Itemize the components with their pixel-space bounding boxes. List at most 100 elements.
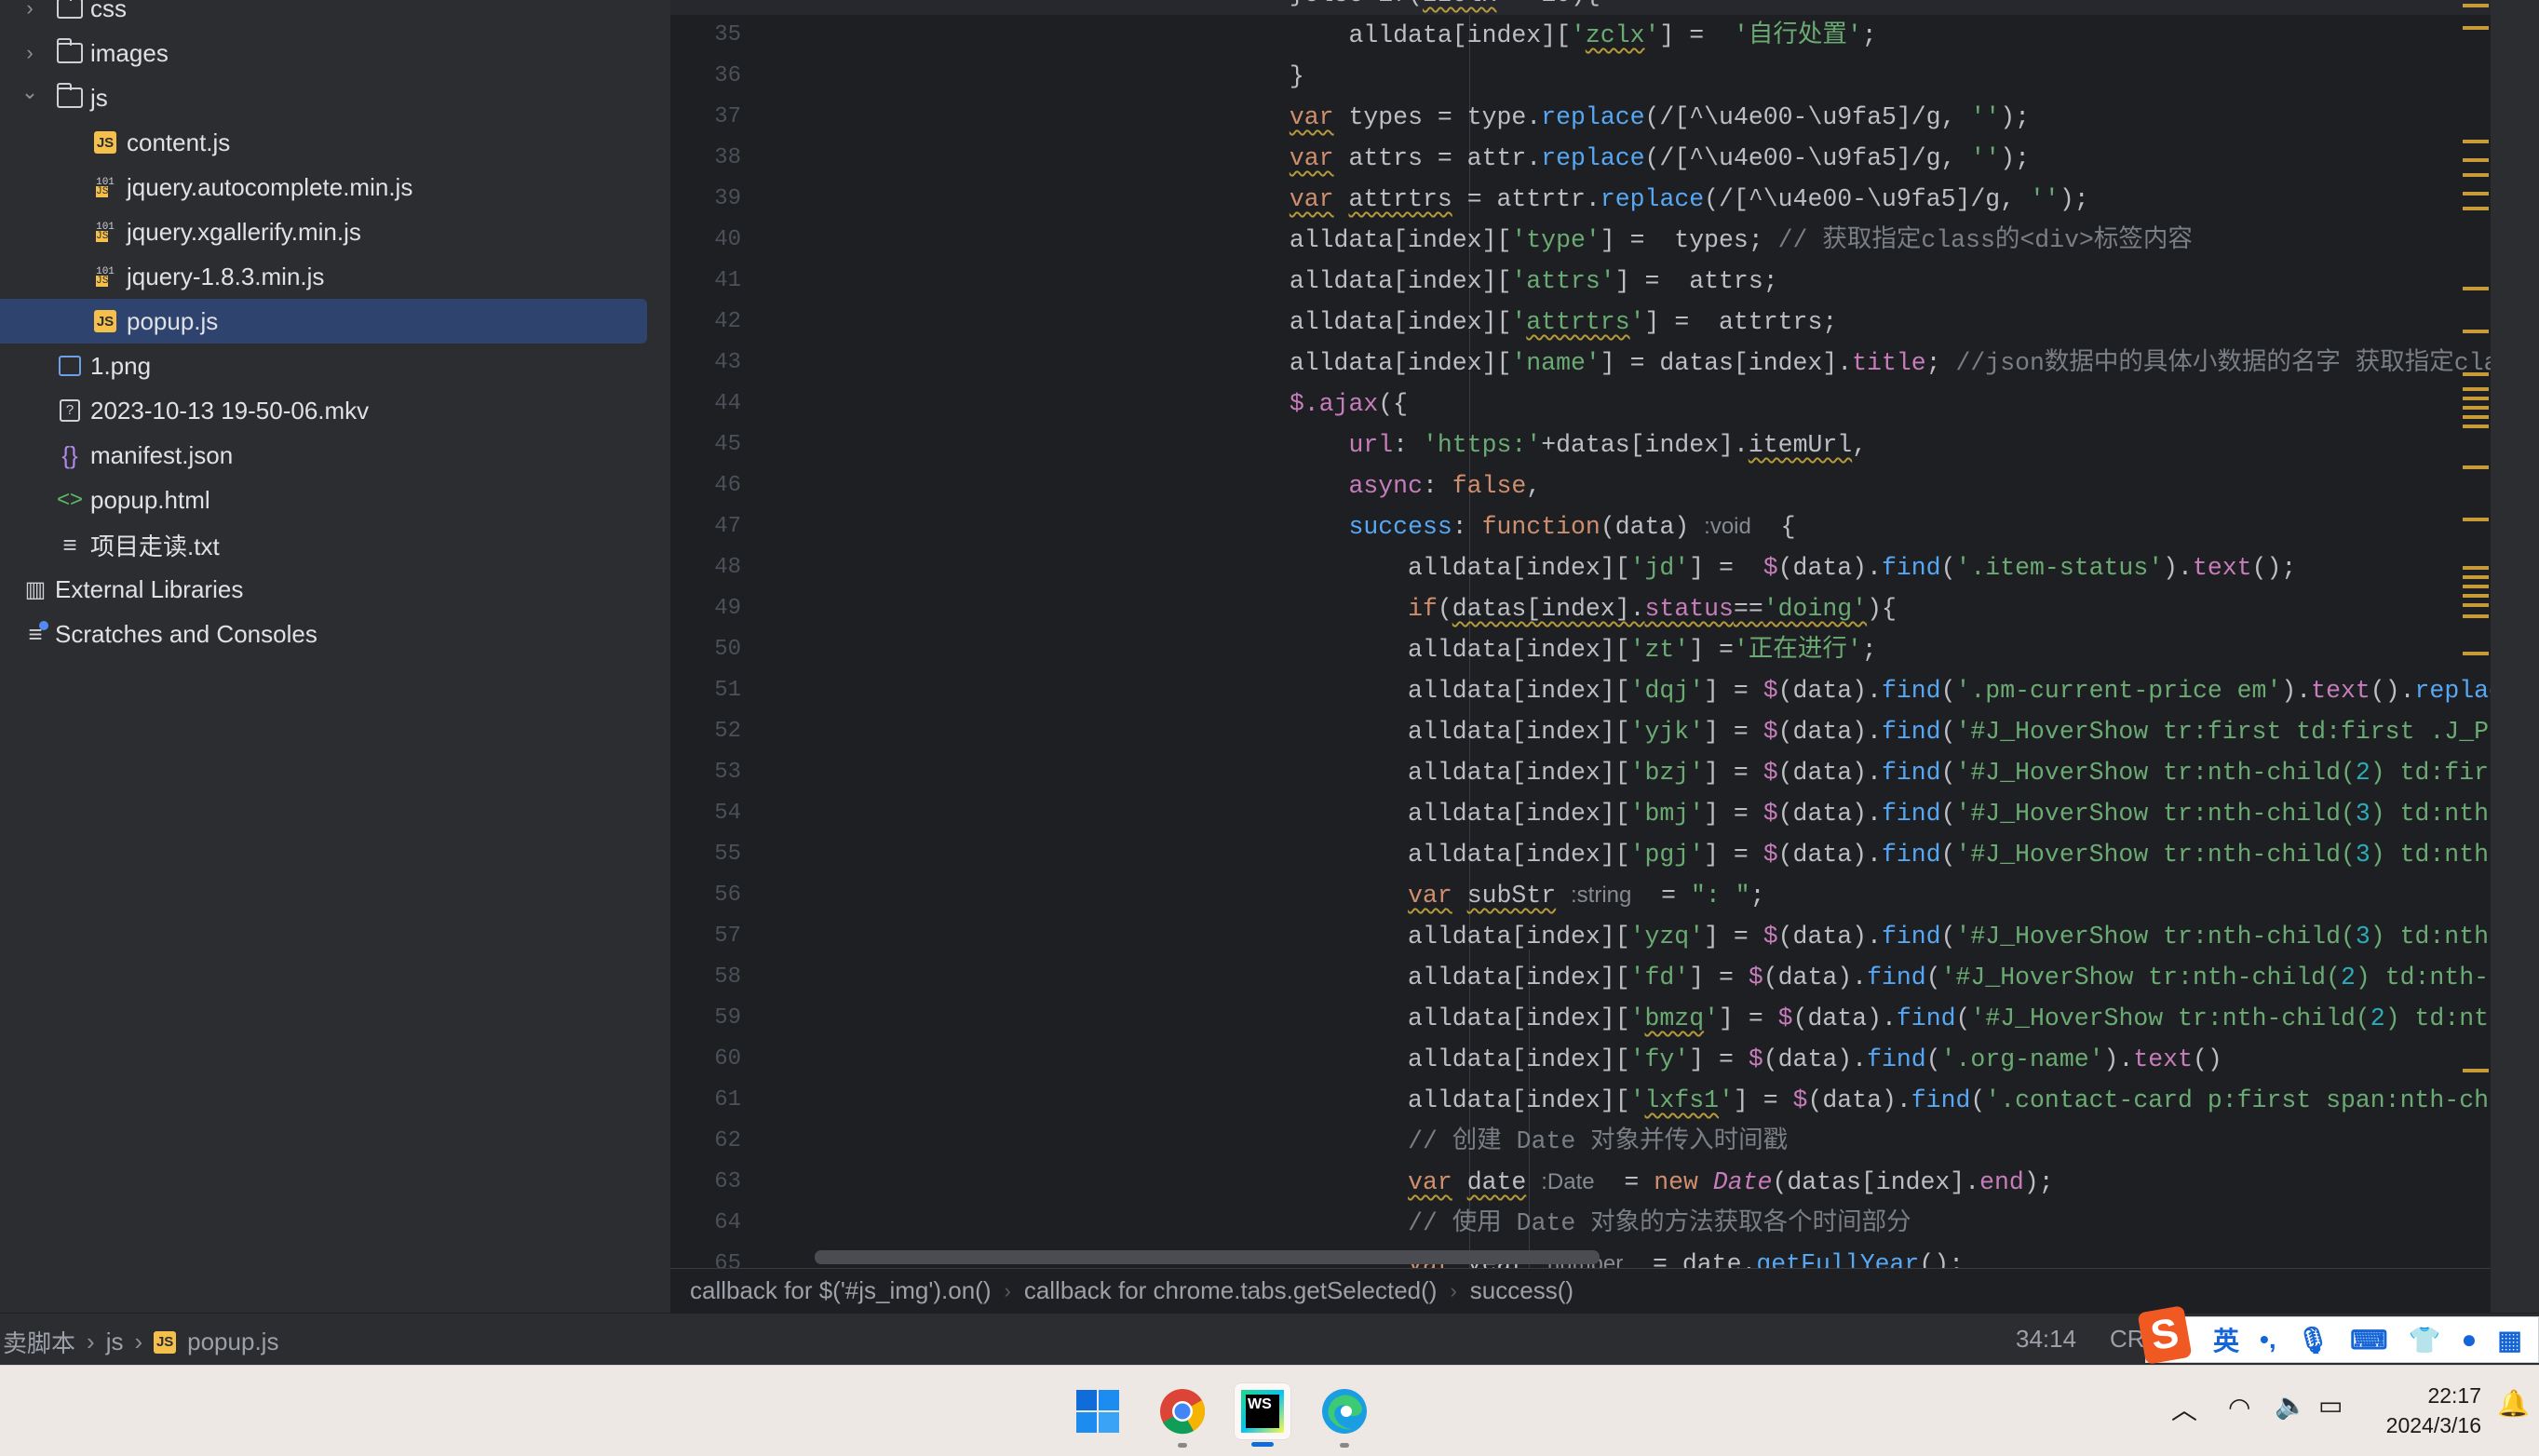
code-line[interactable]: alldata[index]['type'] = types; // 获取指定c… — [1112, 220, 2193, 261]
horizontal-scrollbar[interactable] — [815, 1250, 1600, 1264]
code-line[interactable]: var date :Date = new Date(datas[index].e… — [1112, 1162, 2054, 1203]
status-path-file[interactable]: popup.js — [187, 1328, 278, 1356]
breadcrumb-item[interactable]: callback for chrome.tabs.getSelected() — [1024, 1276, 1438, 1305]
code-line[interactable]: alldata[index]['yjk'] = $(data).find('#J… — [1112, 711, 2491, 752]
battery-icon[interactable]: ▭ — [2318, 1390, 2343, 1421]
chevron-down-icon[interactable]: ⌄ — [20, 82, 39, 102]
code-line[interactable]: success: function(data) :void { — [1112, 506, 1795, 547]
keyboard-icon[interactable]: ⌨ — [2350, 1325, 2387, 1355]
error-stripe-marker[interactable] — [2463, 575, 2489, 579]
tree-item[interactable]: <> popup.html — [0, 478, 647, 522]
error-stripe-marker[interactable] — [2463, 425, 2489, 428]
error-stripe-marker[interactable] — [2463, 140, 2489, 143]
code-line[interactable]: alldata[index]['yzq'] = $(data).find('#J… — [1112, 916, 2489, 957]
error-stripe-marker[interactable] — [2463, 287, 2489, 290]
error-stripe-marker[interactable] — [2463, 614, 2489, 618]
code-line[interactable]: $.ajax({ — [1112, 384, 1408, 425]
error-stripe-marker[interactable] — [2463, 173, 2489, 177]
tree-item[interactable]: JS popup.js — [0, 299, 647, 344]
code-line[interactable]: url: 'https:'+datas[index].itemUrl, — [1112, 425, 1867, 465]
error-stripe-marker[interactable] — [2463, 518, 2489, 521]
code-line[interactable]: alldata[index]['name'] = datas[index].ti… — [1112, 343, 2491, 384]
chrome-button[interactable] — [1154, 1382, 1211, 1448]
error-stripe-marker[interactable] — [2463, 1069, 2489, 1072]
skin-icon[interactable]: 👕 — [2409, 1325, 2441, 1355]
error-stripe-marker[interactable] — [2463, 330, 2489, 333]
notification-bell-icon[interactable]: 🔔 — [2497, 1388, 2530, 1419]
chevron-right-icon[interactable]: › — [20, 43, 39, 63]
error-stripe-marker[interactable] — [2463, 566, 2489, 570]
code-line[interactable]: } — [1112, 56, 1304, 97]
status-path-root[interactable]: 卖脚本 — [3, 1325, 75, 1359]
breadcrumb-item[interactable]: success() — [1470, 1276, 1573, 1305]
chevron-right-icon[interactable]: › — [20, 0, 39, 19]
wifi-icon[interactable]: ◠ — [2228, 1392, 2250, 1422]
error-stripe-marker[interactable] — [2463, 652, 2489, 655]
tree-item[interactable]: ▥ External Libraries — [0, 567, 647, 612]
caret-position[interactable]: 34:14 — [2016, 1325, 2076, 1354]
code-line[interactable]: var subStr :string = ": "; — [1112, 875, 1764, 916]
code-line[interactable]: alldata[index]['fy'] = $(data).find('.or… — [1112, 1039, 2222, 1080]
error-stripe-marker[interactable] — [2463, 397, 2489, 400]
tree-item[interactable]: › images — [0, 31, 647, 75]
code-line[interactable]: // 使用 Date 对象的方法获取各个时间部分 — [1112, 1203, 1911, 1244]
webstorm-button[interactable]: WS — [1234, 1382, 1291, 1447]
status-path-folder[interactable]: js — [106, 1328, 124, 1356]
toolbox-icon[interactable]: ▦ — [2497, 1325, 2521, 1355]
error-stripe-marker[interactable] — [2463, 192, 2489, 195]
error-stripe-marker[interactable] — [2463, 372, 2489, 376]
error-stripe-marker[interactable] — [2463, 26, 2489, 30]
code-editor[interactable]: 34 }else if(zzclx ==10){35 alldata[index… — [670, 0, 2491, 1268]
code-line[interactable]: var types = type.replace(/[^\u4e00-\u9fa… — [1112, 97, 2030, 138]
ime-punctuation[interactable]: •, — [2260, 1325, 2276, 1355]
code-line[interactable]: alldata[index]['attrtrs'] = attrtrs; — [1112, 302, 1837, 343]
tree-item[interactable]: 101 JS jquery.autocomplete.min.js — [0, 165, 647, 209]
code-line[interactable]: async: false, — [1112, 465, 1541, 506]
error-stripe-marker[interactable] — [2463, 387, 2489, 391]
volume-icon[interactable]: 🔈 — [2275, 1390, 2307, 1421]
tree-item[interactable]: 101 JS jquery-1.8.3.min.js — [0, 254, 647, 299]
tree-item[interactable]: 101 JS jquery.xgallerify.min.js — [0, 209, 647, 254]
code-line[interactable]: var attrs = attr.replace(/[^\u4e00-\u9fa… — [1112, 138, 2030, 179]
code-line[interactable]: alldata[index]['bmj'] = $(data).find('#J… — [1112, 793, 2489, 834]
code-line[interactable]: }else if(zzclx ==10){ — [1112, 0, 1600, 15]
error-stripe-marker[interactable] — [2463, 594, 2489, 598]
code-line[interactable]: alldata[index]['attrs'] = attrs; — [1112, 261, 1778, 302]
code-line[interactable]: alldata[index]['jd'] = $(data).find('.it… — [1112, 547, 2296, 588]
error-stripe-marker[interactable] — [2463, 406, 2489, 410]
code-line[interactable]: if(datas[index].status=='doing'){ — [1112, 588, 1897, 629]
error-stripe-marker[interactable] — [2463, 603, 2489, 607]
code-line[interactable]: alldata[index]['bzj'] = $(data).find('#J… — [1112, 752, 2491, 793]
edge-button[interactable] — [1316, 1382, 1373, 1448]
error-stripe-marker[interactable] — [2463, 585, 2489, 588]
tree-item[interactable]: › css — [0, 0, 647, 31]
vertical-scrollbar[interactable] — [2491, 0, 2539, 1313]
code-line[interactable]: alldata[index]['zclx'] = '自行处置'; — [1112, 15, 1876, 56]
code-line[interactable]: // 创建 Date 对象并传入时间戳 — [1112, 1121, 1788, 1162]
tree-item[interactable]: JS content.js — [0, 120, 647, 165]
error-stripe-marker[interactable] — [2463, 207, 2489, 210]
chevron-up-icon[interactable]: ︿ — [2171, 1390, 2197, 1427]
tree-item[interactable]: ? 2023-10-13 19-50-06.mkv — [0, 388, 647, 433]
sogou-logo[interactable]: S — [2137, 1305, 2193, 1365]
code-line[interactable]: alldata[index]['dqj'] = $(data).find('.p… — [1112, 670, 2491, 711]
tree-item[interactable]: ≡ Scratches and Consoles — [0, 612, 647, 656]
tree-item[interactable]: ≡ 项目走读.txt — [0, 522, 647, 567]
error-stripe-marker[interactable] — [2463, 158, 2489, 162]
tree-item[interactable]: ⌄ js — [0, 75, 647, 120]
breadcrumb-item[interactable]: callback for $('#js_img').on() — [690, 1276, 991, 1305]
clock[interactable]: 22:17 2024/3/16 — [2386, 1381, 2481, 1440]
error-stripe-marker[interactable] — [2463, 4, 2489, 7]
code-line[interactable]: var attrtrs = attrtr.replace(/[^\u4e00-\… — [1112, 179, 2089, 220]
code-line[interactable]: alldata[index]['fd'] = $(data).find('#J_… — [1112, 957, 2489, 998]
code-line[interactable]: alldata[index]['lxfs1'] = $(data).find('… — [1112, 1080, 2489, 1121]
code-line[interactable]: alldata[index]['bmzq'] = $(data).find('#… — [1112, 998, 2489, 1039]
start-button[interactable] — [1069, 1382, 1127, 1440]
error-stripe-marker[interactable] — [2463, 415, 2489, 419]
code-line[interactable]: alldata[index]['pgj'] = $(data).find('#J… — [1112, 834, 2489, 875]
error-stripe-marker[interactable] — [2463, 465, 2489, 469]
robot-icon[interactable]: ● — [2461, 1325, 2477, 1355]
ime-mode[interactable]: 英 — [2213, 1321, 2239, 1358]
code-line[interactable]: alldata[index]['zt'] ='正在进行'; — [1112, 629, 1877, 670]
tree-item[interactable]: {} manifest.json — [0, 433, 647, 478]
